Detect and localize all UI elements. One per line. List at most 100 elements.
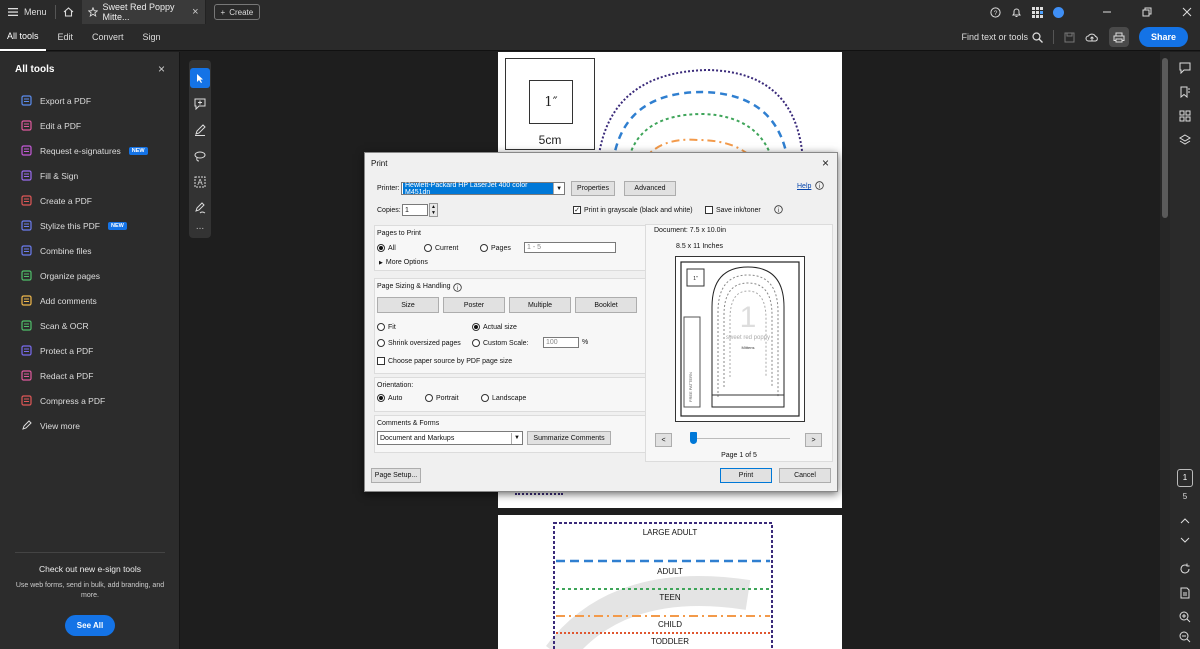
thumbnails-panel-icon[interactable] (1170, 104, 1200, 128)
sidebar-item-view-more[interactable]: View more (0, 413, 179, 438)
rotate-icon[interactable] (1170, 557, 1200, 581)
page-setup-button[interactable]: Page Setup... (371, 468, 421, 483)
menu-button[interactable]: Menu (0, 0, 55, 24)
sidebar-item-protect-pdf[interactable]: Protect a PDF (0, 338, 179, 363)
comments-select[interactable]: Document and Markups ▼ (377, 431, 523, 445)
print-submit-button[interactable]: Print (720, 468, 772, 483)
minimize-icon[interactable] (1102, 7, 1112, 17)
comment-tool[interactable] (190, 94, 210, 114)
pages-range-option[interactable]: Pages (480, 244, 511, 252)
sidebar-item-combine-files[interactable]: Combine files (0, 238, 179, 263)
advanced-button[interactable]: Advanced (624, 181, 676, 196)
lasso-tool[interactable] (190, 146, 210, 166)
grayscale-checkbox[interactable]: ✓ (573, 206, 581, 214)
custom-scale-option[interactable]: Custom Scale: (472, 339, 529, 347)
see-all-button[interactable]: See All (64, 615, 116, 636)
current-page-option[interactable]: Current (424, 244, 458, 252)
poster-button[interactable]: Poster (443, 297, 505, 313)
grayscale-option[interactable]: ✓ Print in grayscale (black and white) (573, 206, 693, 214)
multiple-button[interactable]: Multiple (509, 297, 571, 313)
sidebar-item-organize-pages[interactable]: Organize pages (0, 263, 179, 288)
create-button[interactable]: + Create (213, 4, 261, 20)
summarize-comments-button[interactable]: Summarize Comments (527, 431, 611, 445)
sidebar-item-compress-pdf[interactable]: Compress a PDF (0, 388, 179, 413)
tab-all-tools[interactable]: All tools (0, 24, 46, 51)
layers-panel-icon[interactable] (1170, 128, 1200, 152)
close-window-icon[interactable] (1182, 7, 1192, 17)
bookmark-panel-icon[interactable] (1170, 80, 1200, 104)
comments-panel-icon[interactable] (1170, 56, 1200, 80)
print-button[interactable] (1108, 27, 1129, 47)
actual-size-option[interactable]: Actual size (472, 323, 517, 331)
pages-range-input[interactable]: 1 - 5 (524, 242, 616, 253)
tab-sign[interactable]: Sign (136, 24, 168, 51)
star-icon[interactable] (87, 7, 98, 17)
booklet-button[interactable]: Booklet (575, 297, 637, 313)
bell-icon[interactable] (1011, 7, 1022, 18)
save-ink-info-icon[interactable]: i (774, 205, 783, 214)
tab-edit[interactable]: Edit (51, 24, 81, 51)
copies-input[interactable]: 1 (402, 204, 428, 216)
page-fit-icon[interactable] (1170, 581, 1200, 605)
sidebar-item-request-esign[interactable]: Request e-signatures NEW (0, 138, 179, 163)
fit-option[interactable]: Fit (377, 323, 396, 331)
vertical-scrollbar[interactable] (1160, 52, 1170, 649)
landscape-option[interactable]: Landscape (481, 394, 526, 402)
help-link[interactable]: Help (797, 183, 811, 190)
more-tools-icon[interactable]: ... (189, 222, 211, 232)
preview-next-button[interactable]: > (805, 433, 822, 447)
copies-stepper[interactable]: ▲ ▼ (429, 203, 438, 217)
apps-grid-icon[interactable] (1032, 6, 1043, 18)
save-icon[interactable] (1064, 32, 1075, 43)
sidebar-item-create-pdf[interactable]: Create a PDF (0, 188, 179, 213)
properties-button[interactable]: Properties (571, 181, 615, 196)
close-panel-icon[interactable]: × (158, 62, 165, 76)
document-tab[interactable]: Sweet Red Poppy Mitte... × (81, 0, 206, 24)
save-ink-checkbox[interactable] (705, 206, 713, 214)
sidebar-item-edit-pdf[interactable]: Edit a PDF (0, 113, 179, 138)
draw-tool[interactable] (190, 120, 210, 140)
select-tool[interactable] (190, 68, 210, 88)
sidebar-item-label: Edit a PDF (40, 120, 82, 131)
sidebar-item-scan-ocr[interactable]: Scan & OCR (0, 313, 179, 338)
close-tab-icon[interactable]: × (192, 6, 198, 18)
help-info-icon[interactable]: i (815, 181, 824, 190)
preview-prev-button[interactable]: < (655, 433, 672, 447)
cloud-upload-icon[interactable] (1085, 32, 1099, 43)
more-options-toggle[interactable]: ▶ More Options (379, 259, 428, 266)
sidebar-item-redact-pdf[interactable]: Redact a PDF (0, 363, 179, 388)
size-button[interactable]: Size (377, 297, 439, 313)
text-tool[interactable]: A (190, 172, 210, 192)
auto-orientation-option[interactable]: Auto (377, 394, 402, 402)
printer-select[interactable]: Hewlett-Packard HP LaserJet 400 color M4… (401, 182, 565, 196)
search-icon[interactable] (1032, 31, 1043, 43)
portrait-option[interactable]: Portrait (425, 394, 459, 402)
sidebar-item-fill-sign[interactable]: Fill & Sign (0, 163, 179, 188)
scrollbar-thumb[interactable] (1162, 58, 1168, 218)
share-button[interactable]: Share (1138, 27, 1188, 47)
chevron-down-icon[interactable] (1170, 528, 1200, 552)
cancel-button[interactable]: Cancel (779, 468, 831, 483)
find-text-label[interactable]: Find text or tools (961, 32, 1028, 42)
save-ink-option[interactable]: Save ink/toner (705, 206, 761, 214)
sidebar-item-export-pdf[interactable]: Export a PDF (0, 88, 179, 113)
sidebar-item-stylize[interactable]: Stylize this PDF NEW (0, 213, 179, 238)
help-icon[interactable]: ? (990, 6, 1001, 18)
preview-slider-track[interactable] (690, 438, 790, 439)
tab-convert[interactable]: Convert (85, 24, 131, 51)
scale-input[interactable]: 100 (543, 337, 579, 348)
paper-source-option[interactable]: Choose paper source by PDF page size (377, 357, 512, 365)
current-page-box[interactable]: 1 (1177, 469, 1193, 487)
sidebar-item-add-comments[interactable]: Add comments (0, 288, 179, 313)
all-pages-option[interactable]: All (377, 244, 396, 252)
avatar[interactable] (1053, 6, 1064, 18)
close-dialog-icon[interactable]: × (822, 156, 829, 170)
restore-icon[interactable] (1142, 7, 1152, 17)
sizing-info-icon[interactable]: i (453, 283, 462, 292)
preview-slider-thumb[interactable] (690, 432, 697, 444)
sidebar-item-label: Redact a PDF (40, 370, 94, 381)
shrink-option[interactable]: Shrink oversized pages (377, 339, 461, 347)
sign-tool[interactable] (190, 198, 210, 218)
home-button[interactable] (56, 0, 82, 24)
zoom-out-icon[interactable] (1170, 625, 1200, 649)
